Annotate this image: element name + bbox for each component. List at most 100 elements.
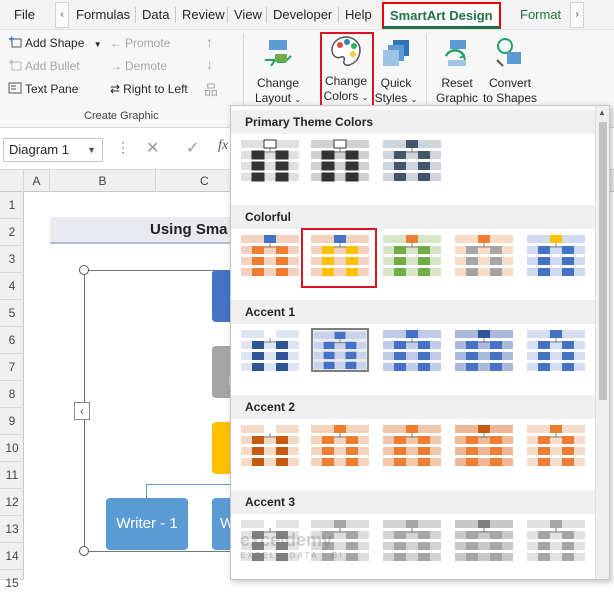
cancel-icon[interactable]: ✕	[146, 138, 159, 158]
color-scheme-thumbnail[interactable]	[311, 423, 369, 467]
add-shape-icon	[9, 36, 22, 48]
row-header[interactable]: 7	[0, 354, 24, 381]
tab-smartart-design[interactable]: SmartArt Design	[382, 2, 501, 29]
resize-handle[interactable]	[79, 265, 89, 275]
right-to-left-button[interactable]: ⇄ Right to Left	[110, 82, 188, 96]
change-colors-highlight	[320, 32, 374, 108]
change-layout-label-1: Change	[256, 76, 300, 90]
color-scheme-thumbnail[interactable]	[311, 328, 369, 372]
name-box-value: Diagram 1	[9, 142, 69, 157]
color-scheme-thumbnail[interactable]	[527, 518, 585, 562]
color-scheme-thumbnail[interactable]	[241, 328, 299, 372]
color-scheme-thumbnail[interactable]	[455, 328, 513, 372]
color-scheme-thumbnail[interactable]	[241, 233, 299, 277]
tabs-scroll-left-button[interactable]: ‹	[55, 2, 69, 28]
color-scheme-thumbnail[interactable]	[455, 423, 513, 467]
color-scheme-thumbnail[interactable]	[241, 138, 299, 182]
move-up-icon[interactable]: ↑	[206, 34, 213, 50]
gallery-scrollbar[interactable]: ▲	[595, 106, 609, 579]
chevron-down-icon: ⌄	[294, 95, 302, 104]
convert-to-shapes-button[interactable]: Convert to Shapes	[482, 36, 538, 106]
change-layout-icon	[265, 40, 292, 67]
color-scheme-thumbnail[interactable]	[527, 233, 585, 277]
tab-view[interactable]: View	[234, 0, 262, 30]
row-header[interactable]: 6	[0, 327, 24, 354]
color-scheme-thumbnail[interactable]	[383, 423, 441, 467]
tabs-scroll-right-button[interactable]: ›	[570, 2, 584, 28]
section-primary-theme-colors: Primary Theme Colors	[231, 110, 595, 134]
name-box[interactable]: Diagram 1 ▼	[3, 138, 103, 162]
scrollbar-thumb[interactable]	[599, 122, 607, 400]
arrow-left-icon: ←	[110, 36, 122, 50]
quick-styles-label-2: Styles	[374, 91, 408, 105]
row-header[interactable]: 13	[0, 516, 24, 543]
arrow-right-icon: →	[110, 59, 122, 73]
tab-format[interactable]: Format	[520, 0, 561, 30]
color-scheme-thumbnail[interactable]	[383, 138, 441, 182]
add-shape-button[interactable]: Add Shape ▼	[8, 36, 102, 50]
row-header[interactable]: 11	[0, 462, 24, 489]
color-scheme-thumbnail[interactable]	[311, 138, 369, 182]
promote-button[interactable]: ← Promote	[110, 36, 170, 50]
color-scheme-thumbnail[interactable]	[527, 423, 585, 467]
row-header[interactable]: 10	[0, 435, 24, 462]
demote-button[interactable]: → Demote	[110, 59, 167, 73]
tab-formulas[interactable]: Formulas	[76, 0, 130, 30]
change-colors-gallery: Primary Theme Colors Colorful Accent 1 A…	[230, 105, 610, 580]
column-header-b[interactable]: B	[50, 170, 156, 192]
move-down-icon[interactable]: ↓	[206, 56, 213, 72]
row-header[interactable]: 12	[0, 489, 24, 516]
add-shape-label: Add Shape	[25, 36, 85, 50]
convert-label-1: Convert	[488, 76, 532, 90]
smartart-node-writer-1[interactable]: Writer - 1	[106, 498, 188, 550]
tab-review[interactable]: Review	[182, 0, 225, 30]
right-to-left-label: Right to Left	[123, 82, 188, 96]
color-scheme-thumbnail[interactable]	[241, 423, 299, 467]
reset-graphic-icon	[444, 40, 466, 66]
row-header[interactable]: 4	[0, 273, 24, 300]
enter-icon[interactable]: ✓	[186, 138, 199, 158]
chevron-down-icon[interactable]: ▼	[87, 139, 96, 161]
change-layout-button[interactable]: Change Layout ⌄	[252, 36, 304, 107]
quick-styles-icon	[383, 40, 409, 66]
column-header-a[interactable]: A	[24, 170, 50, 192]
reset-graphic-button[interactable]: Reset Graphic	[433, 36, 481, 106]
tab-help[interactable]: Help	[345, 0, 372, 30]
row-header[interactable]: 1	[0, 192, 24, 219]
scroll-up-icon[interactable]: ▲	[598, 108, 606, 117]
row-header[interactable]: 3	[0, 246, 24, 273]
connector-line	[146, 484, 147, 498]
layout-icon[interactable]: 品	[204, 80, 218, 100]
section-accent-2: Accent 2	[231, 395, 595, 419]
resize-handle[interactable]	[79, 546, 89, 556]
add-bullet-label: Add Bullet	[25, 59, 80, 73]
row-header[interactable]: 5	[0, 300, 24, 327]
color-scheme-thumbnail[interactable]	[455, 233, 513, 277]
tab-divider	[338, 7, 339, 23]
row-header[interactable]: 14	[0, 543, 24, 570]
row-header[interactable]: 9	[0, 408, 24, 435]
tab-data[interactable]: Data	[142, 0, 169, 30]
color-scheme-thumbnail[interactable]	[527, 328, 585, 372]
select-all-corner[interactable]	[0, 170, 24, 192]
text-pane-toggle[interactable]: ‹	[74, 402, 90, 420]
text-pane-button[interactable]: Text Pane	[8, 82, 78, 96]
row-header[interactable]: 8	[0, 381, 24, 408]
text-pane-icon	[8, 82, 22, 94]
tab-file[interactable]: File	[14, 0, 35, 30]
chevron-down-icon: ▼	[93, 40, 102, 49]
tab-divider	[135, 7, 136, 23]
tab-developer[interactable]: Developer	[273, 0, 332, 30]
more-icon: ⋮	[116, 139, 130, 155]
ribbon-tabs: File ‹ Formulas Data Review View Develop…	[0, 0, 614, 30]
color-scheme-thumbnail[interactable]	[383, 518, 441, 562]
color-scheme-thumbnail[interactable]	[455, 518, 513, 562]
row-header[interactable]: 2	[0, 219, 24, 246]
insert-function-icon[interactable]: fx	[218, 138, 228, 154]
add-bullet-button[interactable]: Add Bullet	[8, 59, 80, 73]
text-pane-label: Text Pane	[25, 82, 79, 96]
quick-styles-button[interactable]: Quick Styles ⌄	[374, 36, 418, 107]
color-scheme-thumbnail[interactable]	[383, 233, 441, 277]
color-scheme-thumbnail[interactable]	[383, 328, 441, 372]
row-header[interactable]: 15	[0, 570, 24, 590]
